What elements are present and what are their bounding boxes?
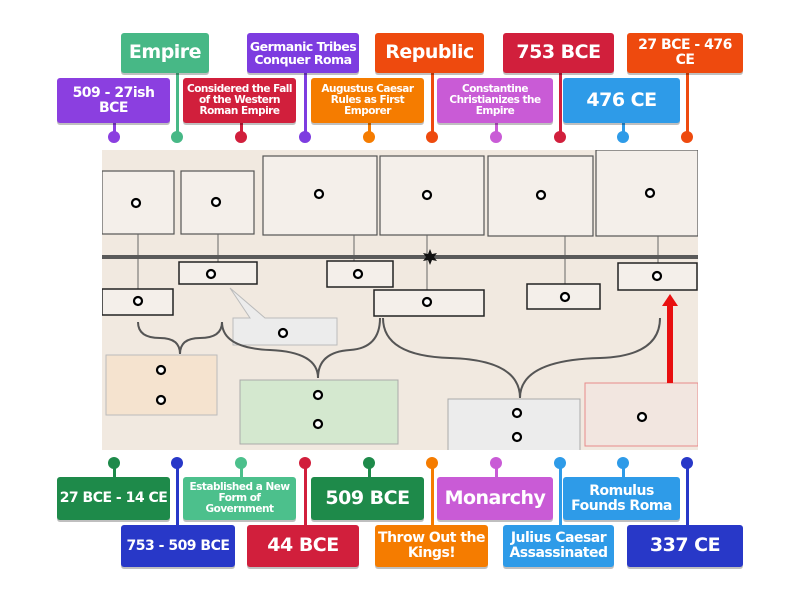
connector-line bbox=[431, 73, 434, 137]
label-753-bce[interactable]: 753 BCE bbox=[503, 33, 614, 73]
connector-pin[interactable] bbox=[617, 131, 629, 143]
connector-pin[interactable] bbox=[363, 131, 375, 143]
drop-target[interactable] bbox=[636, 411, 648, 423]
label-germanic-tribes-conquer-roma[interactable]: Germanic Tribes Conquer Roma bbox=[247, 33, 359, 73]
label-337-ce[interactable]: 337 CE bbox=[627, 525, 743, 567]
connector-pin[interactable] bbox=[490, 131, 502, 143]
drop-target[interactable] bbox=[132, 295, 144, 307]
drop-target[interactable] bbox=[277, 327, 289, 339]
label-509-bce[interactable]: 509 BCE bbox=[311, 477, 424, 520]
drop-target[interactable] bbox=[313, 188, 325, 200]
label-text: 753 BCE bbox=[516, 41, 601, 64]
label-text: Julius Caesar Assassinated bbox=[509, 530, 608, 561]
label-text: Considered the Fall of the Western Roman… bbox=[187, 82, 292, 117]
label-constantine-christianizes-the-empire[interactable]: Constantine Christianizes the Empire bbox=[437, 78, 553, 123]
connector-pin[interactable] bbox=[681, 457, 693, 469]
drop-target[interactable] bbox=[535, 189, 547, 201]
label-text: Romulus Founds Roma bbox=[571, 482, 672, 514]
connector-pin[interactable] bbox=[235, 131, 247, 143]
scroll-tan bbox=[105, 354, 218, 416]
label-text: 44 BCE bbox=[267, 534, 339, 557]
drop-target[interactable] bbox=[210, 196, 222, 208]
drop-target[interactable] bbox=[421, 296, 433, 308]
connector-line bbox=[304, 73, 307, 137]
connector-line bbox=[304, 463, 307, 525]
label-44-bce[interactable]: 44 BCE bbox=[247, 525, 359, 567]
label-text: Established a New Form of Government bbox=[189, 480, 290, 515]
label-27-bce-14-ce[interactable]: 27 BCE - 14 CE bbox=[57, 477, 170, 520]
connector-pin[interactable] bbox=[363, 457, 375, 469]
connector-pin[interactable] bbox=[108, 457, 120, 469]
connector-pin[interactable] bbox=[171, 131, 183, 143]
label-text: 27 BCE - 476 CE bbox=[638, 37, 732, 68]
connector-pin[interactable] bbox=[235, 457, 247, 469]
connector-line bbox=[176, 463, 179, 525]
drop-target[interactable] bbox=[352, 268, 364, 280]
drop-target[interactable] bbox=[511, 407, 523, 419]
drop-target[interactable] bbox=[421, 189, 433, 201]
label-considered-the-fall-of-the-western-roman-empire[interactable]: Considered the Fall of the Western Roman… bbox=[183, 78, 296, 123]
label-republic[interactable]: Republic bbox=[375, 33, 484, 73]
connector-line bbox=[431, 463, 434, 525]
label-text: Throw Out the Kings! bbox=[378, 530, 485, 561]
label-27-bce-476-ce[interactable]: 27 BCE - 476 CE bbox=[627, 33, 743, 73]
label-text: Monarchy bbox=[444, 486, 546, 509]
connector-pin[interactable] bbox=[490, 457, 502, 469]
connector-pin[interactable] bbox=[426, 457, 438, 469]
label-text: 476 CE bbox=[586, 88, 657, 111]
drop-target[interactable] bbox=[205, 268, 217, 280]
connector-pin[interactable] bbox=[617, 457, 629, 469]
drop-target[interactable] bbox=[559, 291, 571, 303]
connector-pin[interactable] bbox=[108, 131, 120, 143]
timeline-diagram bbox=[102, 150, 698, 450]
label-753-509-bce[interactable]: 753 - 509 BCE bbox=[121, 525, 235, 567]
drop-target[interactable] bbox=[312, 418, 324, 430]
connector-line bbox=[686, 73, 689, 137]
label-text: Germanic Tribes Conquer Roma bbox=[249, 38, 357, 67]
drop-target[interactable] bbox=[155, 394, 167, 406]
label-julius-caesar-assassinated[interactable]: Julius Caesar Assassinated bbox=[503, 525, 614, 567]
label-text: 337 CE bbox=[649, 534, 721, 557]
scroll-gray bbox=[447, 398, 581, 450]
connector-pin[interactable] bbox=[554, 131, 566, 143]
label-text: Empire bbox=[128, 41, 202, 64]
connector-line bbox=[176, 73, 179, 137]
label-monarchy[interactable]: Monarchy bbox=[437, 477, 553, 520]
connector-pin[interactable] bbox=[554, 457, 566, 469]
timeline-axis bbox=[102, 255, 698, 259]
connector-line bbox=[559, 463, 562, 525]
drop-target[interactable] bbox=[155, 364, 167, 376]
label-text: Constantine Christianizes the Empire bbox=[449, 82, 541, 117]
label-romulus-founds-roma[interactable]: Romulus Founds Roma bbox=[563, 477, 680, 520]
drop-target[interactable] bbox=[511, 431, 523, 443]
label-476-ce[interactable]: 476 CE bbox=[563, 78, 680, 123]
drop-target[interactable] bbox=[312, 389, 324, 401]
label-text: 509 BCE bbox=[325, 486, 410, 509]
connector-line bbox=[686, 463, 689, 525]
connector-pin[interactable] bbox=[299, 131, 311, 143]
label-throw-out-the-kings[interactable]: Throw Out the Kings! bbox=[375, 525, 488, 567]
connector-pin[interactable] bbox=[171, 457, 183, 469]
drop-target[interactable] bbox=[644, 187, 656, 199]
drop-target[interactable] bbox=[651, 270, 663, 282]
label-text: Republic bbox=[385, 41, 474, 64]
drop-target[interactable] bbox=[130, 197, 142, 209]
label-text: 753 - 509 BCE bbox=[126, 537, 230, 554]
label-509-27ish-bce[interactable]: 509 - 27ish BCE bbox=[57, 78, 170, 123]
connector-pin[interactable] bbox=[681, 131, 693, 143]
connector-pin[interactable] bbox=[299, 457, 311, 469]
scroll-green bbox=[239, 379, 399, 445]
connector-pin[interactable] bbox=[426, 131, 438, 143]
label-text: 27 BCE - 14 CE bbox=[59, 490, 168, 507]
label-established-a-new-form-of-government[interactable]: Established a New Form of Government bbox=[183, 477, 296, 520]
label-augustus-caesar-rules-as-first-emporer[interactable]: Augustus Caesar Rules as First Emporer bbox=[311, 78, 424, 123]
label-empire[interactable]: Empire bbox=[121, 33, 209, 73]
connector-line bbox=[559, 73, 562, 137]
label-text: Augustus Caesar Rules as First Emporer bbox=[321, 82, 414, 117]
label-text: 509 - 27ish BCE bbox=[72, 84, 155, 116]
